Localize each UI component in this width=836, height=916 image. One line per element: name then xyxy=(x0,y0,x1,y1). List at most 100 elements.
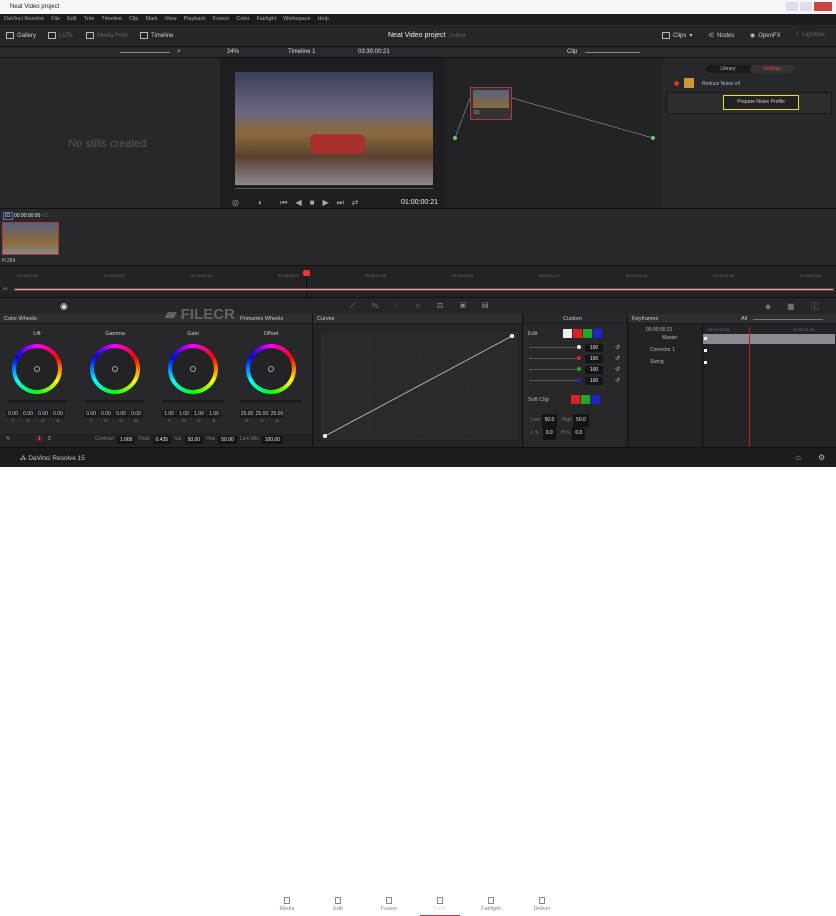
low-field[interactable]: 50.0 xyxy=(541,414,558,427)
value-field[interactable]: 1.00 xyxy=(192,410,206,418)
menu-edit[interactable]: Edit xyxy=(67,16,76,23)
master-track[interactable] xyxy=(703,334,835,344)
clip-thumbnail[interactable] xyxy=(2,222,59,255)
keyframe-marker[interactable] xyxy=(704,361,707,364)
page-tab-deliver[interactable]: Deliver xyxy=(522,897,562,912)
mini-timeline[interactable]: 01:00:00:00 01:00:00:07 01:00:00:14 01:00:0… xyxy=(0,265,836,298)
gallery-button[interactable]: Gallery xyxy=(6,32,36,39)
hs-field[interactable]: 0.0 xyxy=(572,427,586,440)
close-button[interactable] xyxy=(814,2,832,11)
reset-icon[interactable]: ↺ xyxy=(615,344,620,351)
timeline-clip-bar[interactable] xyxy=(14,288,834,291)
softclip-g[interactable] xyxy=(581,395,590,404)
value-field[interactable]: 1.00 xyxy=(207,410,221,418)
transport-controls[interactable]: ◎ ◖ ⏮◀■▶⏭⇄ xyxy=(232,198,367,208)
keyframe-palette-icons[interactable]: ◈▦ⓘ xyxy=(765,301,835,312)
keyframe-marker[interactable] xyxy=(704,349,707,352)
page-1-button[interactable]: 1 xyxy=(36,436,43,442)
channel-slider[interactable] xyxy=(529,380,579,381)
keyframe-marker[interactable] xyxy=(704,337,707,340)
timeline-button[interactable]: Timeline xyxy=(140,32,173,39)
wheel-center-handle[interactable] xyxy=(34,366,40,372)
curves-preset-dropdown[interactable]: Custom xyxy=(563,316,582,322)
value-field[interactable]: 25.00 xyxy=(255,410,269,418)
lightbox-button[interactable]: ⁞⁞ Lightbox xyxy=(796,32,825,38)
ls-field[interactable]: 0.0 xyxy=(542,427,556,440)
value-field[interactable]: 0.00 xyxy=(99,410,113,418)
param-field[interactable]: 0.435 xyxy=(152,436,172,444)
slider-handle[interactable] xyxy=(577,378,581,382)
wheel-center-handle[interactable] xyxy=(112,366,118,372)
color-wheel-gamma[interactable] xyxy=(90,344,140,394)
timeline-dropdown[interactable]: Timeline 1 xyxy=(288,49,315,55)
slider-handle[interactable] xyxy=(577,356,581,360)
curve-graph[interactable] xyxy=(321,332,517,440)
wheels-mode-dropdown[interactable]: Primaries Wheels xyxy=(240,316,283,322)
home-icon[interactable]: ⌂ xyxy=(796,453,801,462)
value-field[interactable]: 0.00 xyxy=(6,410,20,418)
master-wheel-lift[interactable] xyxy=(7,400,67,403)
channel-value-field[interactable]: 100 xyxy=(585,344,603,352)
channel-r-toggle[interactable] xyxy=(573,329,582,338)
settings-icon[interactable]: ⚙ xyxy=(818,453,825,462)
menu-fairlight[interactable]: Fairlight xyxy=(257,16,277,23)
channel-value-field[interactable]: 100 xyxy=(585,377,603,385)
value-field[interactable]: 0.00 xyxy=(36,410,50,418)
effect-enable-toggle[interactable] xyxy=(674,81,679,86)
channel-slider[interactable] xyxy=(529,369,579,370)
color-wheel-lift[interactable] xyxy=(12,344,62,394)
minimize-button[interactable] xyxy=(786,2,798,11)
slider-handle[interactable] xyxy=(577,367,581,371)
keyframe-track-sizing[interactable]: Sizing xyxy=(650,359,664,365)
value-field[interactable]: 25.00 xyxy=(270,410,284,418)
media-pool-button[interactable]: Media Pool xyxy=(86,32,127,39)
luts-button[interactable]: LUTs xyxy=(48,32,73,39)
keyframes-zoom-slider[interactable] xyxy=(753,319,823,320)
tab-settings[interactable]: Settings xyxy=(750,65,794,73)
menu-help[interactable]: Help xyxy=(318,16,329,23)
color-wheel-gain[interactable] xyxy=(168,344,218,394)
page-tab-media[interactable]: Media xyxy=(267,897,307,912)
channel-slider[interactable] xyxy=(529,358,579,359)
menu-workspace[interactable]: Workspace xyxy=(283,16,310,23)
keyframe-playhead[interactable] xyxy=(749,326,750,447)
menu-color[interactable]: Color xyxy=(236,16,249,23)
wheel-center-handle[interactable] xyxy=(190,366,196,372)
softclip-b[interactable] xyxy=(591,395,600,404)
color-wheel-offset[interactable] xyxy=(246,344,296,394)
master-wheel-gain[interactable] xyxy=(163,400,223,403)
keyframes-filter-dropdown[interactable]: All xyxy=(741,316,747,322)
value-field[interactable]: 0.00 xyxy=(51,410,65,418)
menu-trim[interactable]: Trim xyxy=(84,16,95,23)
menu-mark[interactable]: Mark xyxy=(146,16,158,23)
picker-icon[interactable]: ✎ xyxy=(6,436,10,442)
master-wheel-gamma[interactable] xyxy=(85,400,145,403)
openfx-button[interactable]: ◉ OpenFX xyxy=(750,32,781,40)
node-zoom-slider[interactable] xyxy=(585,52,640,53)
param-field[interactable]: 100.00 xyxy=(261,436,283,444)
thumbnail-size-slider[interactable] xyxy=(120,52,170,53)
reset-icon[interactable]: ↺ xyxy=(615,355,620,362)
channel-value-field[interactable]: 100 xyxy=(585,355,603,363)
page-tab-fusion[interactable]: Fusion xyxy=(369,897,409,912)
nodes-button[interactable]: ⋲ Nodes xyxy=(708,32,734,40)
menu-davinci-resolve[interactable]: DaVinci Resolve xyxy=(4,16,44,23)
keyframe-track-master[interactable]: Master xyxy=(662,335,677,341)
color-wheels-palette-icon[interactable]: ◉ xyxy=(60,301,68,312)
zoom-dropdown[interactable]: 24% xyxy=(227,49,239,55)
menu-playback[interactable]: Playback xyxy=(184,16,206,23)
softclip-r[interactable] xyxy=(571,395,580,404)
param-field[interactable]: 1.000 xyxy=(116,436,136,444)
search-icon[interactable]: ⌕ xyxy=(177,48,181,56)
menu-clip[interactable]: Clip xyxy=(129,16,138,23)
maximize-button[interactable] xyxy=(800,2,812,11)
playhead[interactable] xyxy=(303,270,310,276)
menu-fusion[interactable]: Fusion xyxy=(213,16,230,23)
page-tab-color[interactable]: Color xyxy=(420,897,460,916)
wheel-center-handle[interactable] xyxy=(268,366,274,372)
value-field[interactable]: 0.00 xyxy=(129,410,143,418)
prepare-noise-profile-button[interactable]: Prepare Noise Profile xyxy=(723,95,799,110)
page-2-button[interactable]: 2 xyxy=(48,436,51,442)
value-field[interactable]: 0.00 xyxy=(114,410,128,418)
page-tab-fairlight[interactable]: Fairlight xyxy=(471,897,511,912)
